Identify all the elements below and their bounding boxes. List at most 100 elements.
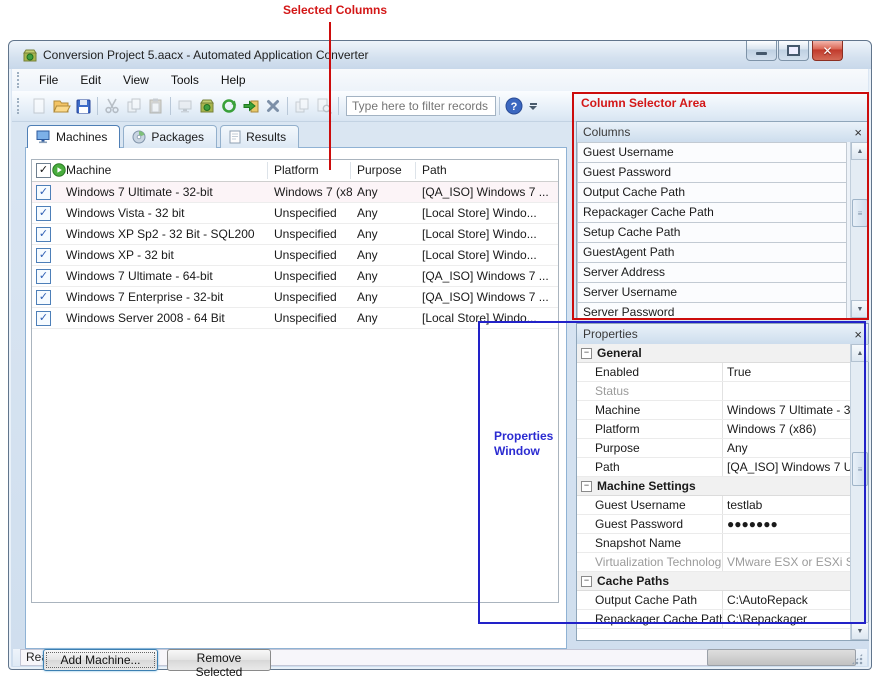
column-header-platform[interactable]: Platform — [274, 163, 352, 177]
column-header-path[interactable]: Path — [422, 163, 554, 177]
minimize-icon — [756, 52, 767, 55]
column-header-purpose[interactable]: Purpose — [357, 163, 412, 177]
toolbar-separator — [287, 97, 288, 115]
column-divider[interactable] — [415, 162, 416, 179]
document-icon — [229, 130, 241, 144]
column-divider[interactable] — [350, 162, 351, 179]
tab-label: Results — [246, 130, 286, 144]
window-title: Conversion Project 5.aacx - Automated Ap… — [43, 48, 369, 62]
cell-path: [Local Store] Windo... — [422, 248, 554, 262]
table-row[interactable]: ✓ Windows 7 Ultimate - 32-bit Windows 7 … — [32, 182, 558, 203]
row-checkbox[interactable]: ✓ — [36, 185, 51, 200]
cell-purpose: Any — [357, 206, 412, 220]
cell-path: [Local Store] Windo... — [422, 227, 554, 241]
help-icon[interactable]: ? — [503, 95, 525, 117]
delete-icon[interactable] — [262, 95, 284, 117]
tab-label: Packages — [151, 130, 204, 144]
annotation-pointer-line — [329, 22, 331, 170]
tab-machines[interactable]: Machines — [27, 125, 120, 148]
cell-platform: Unspecified — [274, 248, 352, 262]
add-machine-button[interactable]: Add Machine... — [43, 649, 158, 671]
disc-icon — [132, 130, 146, 144]
toolbar-grip[interactable] — [17, 98, 22, 114]
cell-purpose: Any — [357, 185, 412, 199]
menu-edit[interactable]: Edit — [69, 69, 112, 91]
refresh-icon[interactable] — [218, 95, 240, 117]
annotation-column-selector-rect — [572, 92, 869, 320]
row-checkbox[interactable]: ✓ — [36, 269, 51, 284]
cell-path: [Local Store] Windo... — [422, 206, 554, 220]
find-icon[interactable] — [313, 95, 335, 117]
cell-path: [QA_ISO] Windows 7 ... — [422, 269, 554, 283]
import-icon[interactable] — [240, 95, 262, 117]
row-checkbox[interactable]: ✓ — [36, 248, 51, 263]
table-row[interactable]: ✓ Windows Vista - 32 bit Unspecified Any… — [32, 203, 558, 224]
cell-platform: Unspecified — [274, 227, 352, 241]
filter-input[interactable] — [346, 96, 496, 116]
menu-view[interactable]: View — [112, 69, 160, 91]
cell-purpose: Any — [357, 248, 412, 262]
tab-packages[interactable]: Packages — [123, 125, 217, 148]
cell-machine: Windows XP Sp2 - 32 Bit - SQL200 — [66, 227, 264, 241]
close-icon: ✕ — [822, 44, 832, 58]
save-icon[interactable] — [72, 95, 94, 117]
tab-results[interactable]: Results — [220, 125, 299, 148]
cell-platform: Windows 7 (x8... — [274, 185, 352, 199]
monitor-icon — [36, 130, 51, 144]
cut-icon[interactable] — [101, 95, 123, 117]
app-icon — [22, 47, 38, 63]
tab-label: Machines — [56, 130, 107, 144]
title-bar[interactable]: Conversion Project 5.aacx - Automated Ap… — [9, 41, 871, 69]
table-row[interactable]: ✓ Windows XP - 32 bit Unspecified Any [L… — [32, 245, 558, 266]
cell-purpose: Any — [357, 269, 412, 283]
row-checkbox[interactable]: ✓ — [36, 206, 51, 221]
cell-purpose: Any — [357, 290, 412, 304]
toolbar-options-icon[interactable] — [529, 103, 537, 110]
menu-bar: File Edit View Tools Help — [12, 69, 868, 91]
package-icon[interactable] — [196, 95, 218, 117]
table-row[interactable]: ✓ Windows 7 Enterprise - 32-bit Unspecif… — [32, 287, 558, 308]
open-project-icon[interactable] — [50, 95, 72, 117]
maximize-button[interactable] — [778, 41, 809, 61]
select-all-checkbox[interactable]: ✓ — [36, 163, 51, 178]
cell-machine: Windows 7 Ultimate - 32-bit — [66, 185, 264, 199]
row-checkbox[interactable]: ✓ — [36, 227, 51, 242]
table-row[interactable]: ✓ Windows XP Sp2 - 32 Bit - SQL200 Unspe… — [32, 224, 558, 245]
cell-path: [QA_ISO] Windows 7 ... — [422, 290, 554, 304]
menu-file[interactable]: File — [28, 69, 69, 91]
table-row[interactable]: ✓ Windows 7 Ultimate - 64-bit Unspecifie… — [32, 266, 558, 287]
annotation-selected-columns: Selected Columns — [283, 3, 387, 17]
cell-machine: Windows Server 2008 - 64 Bit — [66, 311, 264, 325]
toolbar-separator — [499, 97, 500, 115]
toolbar-grip[interactable] — [17, 72, 22, 88]
close-button[interactable]: ✕ — [812, 41, 843, 61]
virtual-machine-icon[interactable] — [174, 95, 196, 117]
toolbar-separator — [338, 97, 339, 115]
scroll-down-icon[interactable]: ▼ — [851, 622, 869, 640]
maximize-icon — [787, 45, 800, 56]
duplicate-icon[interactable] — [291, 95, 313, 117]
remove-selected-button[interactable]: Remove Selected — [167, 649, 271, 671]
row-checkbox[interactable]: ✓ — [36, 311, 51, 326]
paste-icon[interactable] — [145, 95, 167, 117]
column-divider[interactable] — [267, 162, 268, 179]
new-file-icon[interactable] — [28, 95, 50, 117]
copy-icon[interactable] — [123, 95, 145, 117]
grid-header-row: ✓ Machine Platform Purpose Path — [32, 160, 558, 182]
column-header-machine[interactable]: Machine — [66, 163, 264, 177]
annotation-properties-rect — [478, 321, 866, 624]
run-status-icon — [52, 163, 66, 177]
cell-machine: Windows 7 Ultimate - 64-bit — [66, 269, 264, 283]
svg-text:?: ? — [511, 101, 518, 113]
cell-machine: Windows XP - 32 bit — [66, 248, 264, 262]
menu-tools[interactable]: Tools — [160, 69, 210, 91]
cell-purpose: Any — [357, 311, 412, 325]
cell-machine: Windows Vista - 32 bit — [66, 206, 264, 220]
menu-help[interactable]: Help — [210, 69, 257, 91]
row-checkbox[interactable]: ✓ — [36, 290, 51, 305]
tab-strip: Machines Packages Results — [27, 125, 302, 148]
cell-purpose: Any — [357, 227, 412, 241]
cell-platform: Unspecified — [274, 269, 352, 283]
cell-platform: Unspecified — [274, 290, 352, 304]
minimize-button[interactable] — [746, 41, 777, 61]
